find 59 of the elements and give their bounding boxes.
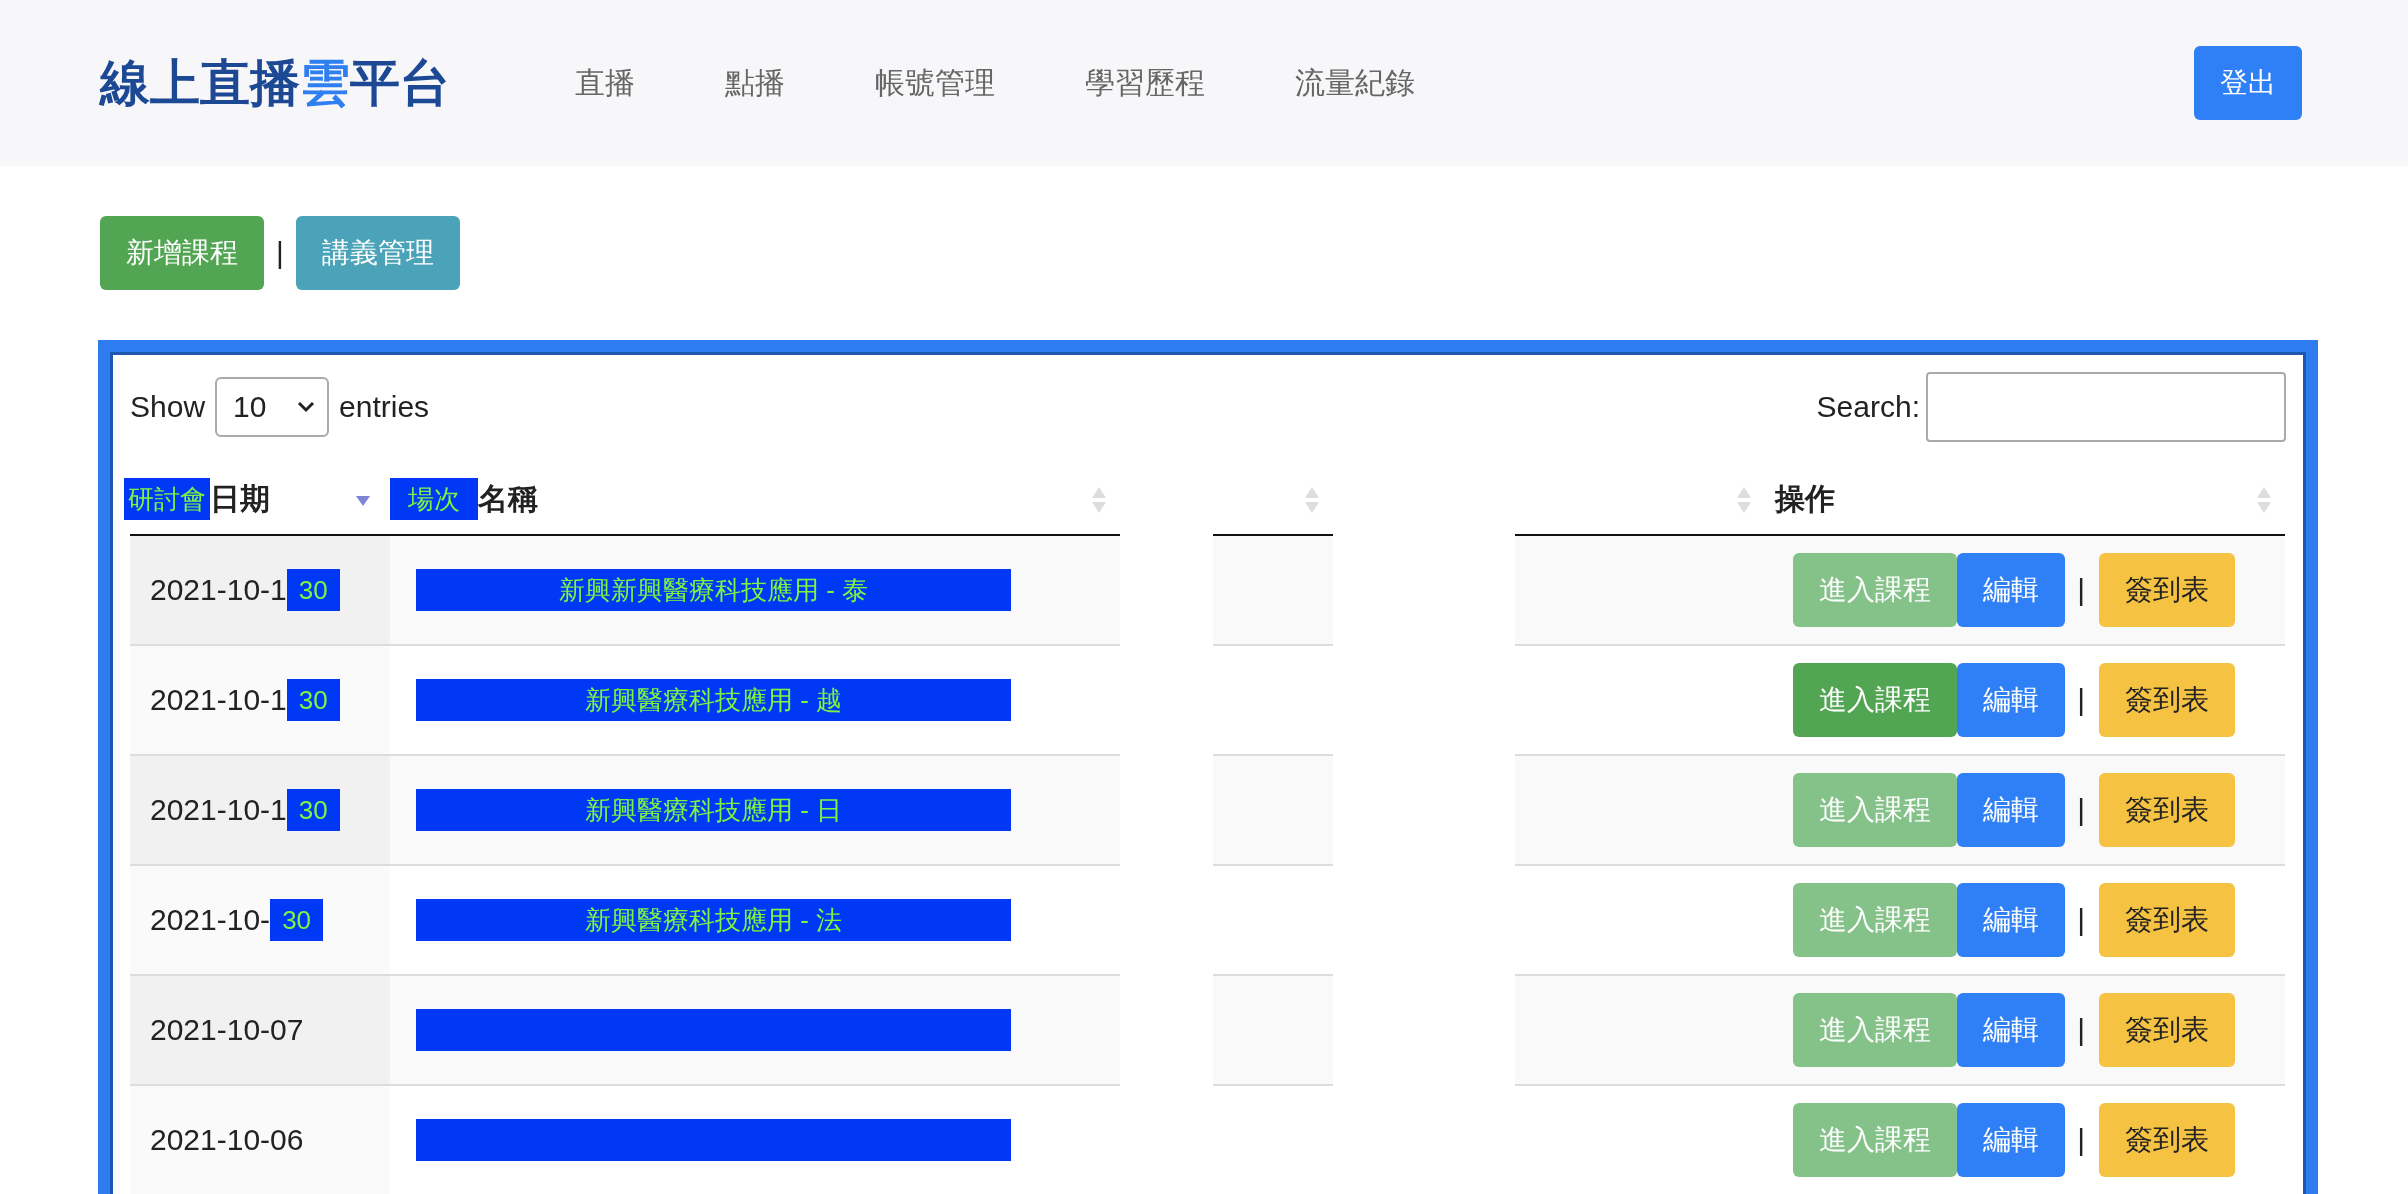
edit-button[interactable]: 編輯 (1957, 883, 2066, 957)
nav-link[interactable]: 點播 (680, 62, 830, 104)
column-header[interactable]: 操作 (1775, 478, 1835, 520)
date-cell: 2021-10-1 (150, 793, 287, 827)
nav-link[interactable]: 學習歷程 (1040, 62, 1250, 104)
column-header[interactable]: 日期 (210, 478, 270, 520)
separator: | (2077, 793, 2085, 827)
redaction-label: 30 (286, 679, 340, 721)
date-cell: 2021-10-07 (150, 1013, 304, 1047)
date-cell: 2021-10-1 (150, 573, 287, 607)
sign-in-sheet-button[interactable]: 簽到表 (2099, 663, 2235, 737)
redaction-label: 新興醫療科技應用 - 法 (416, 899, 1011, 941)
logout-button[interactable]: 登出 (2194, 46, 2302, 120)
separator: | (2077, 1123, 2085, 1157)
separator: | (276, 236, 284, 270)
sort-icon[interactable] (2257, 486, 2271, 514)
column-header[interactable]: 名稱 (478, 478, 538, 520)
separator: | (2077, 573, 2085, 607)
sort-icon[interactable] (1737, 486, 1751, 514)
chevron-down-icon (297, 401, 316, 413)
redaction-label: 場次 (390, 478, 478, 520)
edit-button[interactable]: 編輯 (1957, 663, 2066, 737)
separator: | (2077, 903, 2085, 937)
sign-in-sheet-button[interactable]: 簽到表 (2099, 993, 2235, 1067)
edit-button[interactable]: 編輯 (1957, 773, 2066, 847)
sort-icon[interactable] (1092, 486, 1106, 514)
edit-button[interactable]: 編輯 (1957, 1103, 2066, 1177)
date-cell: 2021-10- (150, 903, 271, 937)
brand-title[interactable]: 線上直播雲平台 (100, 49, 450, 117)
date-cell: 2021-10-06 (150, 1123, 304, 1157)
sort-descending-icon[interactable] (356, 496, 370, 506)
sign-in-sheet-button[interactable]: 簽到表 (2099, 883, 2235, 957)
redaction-label: 新興醫療科技應用 - 日 (416, 789, 1011, 831)
redaction-label: 研討會 (124, 478, 210, 520)
redaction-label: 30 (270, 899, 324, 941)
sign-in-sheet-button[interactable]: 簽到表 (2099, 553, 2235, 627)
entries-label: entries (339, 390, 430, 424)
redaction-label: 新興醫療科技應用 - 越 (416, 679, 1011, 721)
edit-button[interactable]: 編輯 (1957, 993, 2066, 1067)
nav-link[interactable]: 帳號管理 (830, 62, 1040, 104)
page-size-select[interactable]: 10 (215, 377, 330, 437)
separator: | (2077, 683, 2085, 717)
separator: | (2077, 1013, 2085, 1047)
date-cell: 2021-10-1 (150, 683, 287, 717)
add-course-button[interactable]: 新增課程 (100, 216, 264, 290)
redaction-label: 新興新興醫療科技應用 - 泰 (416, 569, 1011, 611)
redaction-label: 30 (286, 789, 340, 831)
sign-in-sheet-button[interactable]: 簽到表 (2099, 1103, 2235, 1177)
nav-link[interactable]: 流量紀錄 (1250, 62, 1460, 104)
show-label: Show (130, 390, 206, 424)
nav-link[interactable]: 直播 (530, 62, 680, 104)
sign-in-sheet-button[interactable]: 簽到表 (2099, 773, 2235, 847)
search-label: Search: (1816, 390, 1920, 424)
sort-icon[interactable] (1305, 486, 1319, 514)
redaction-label: 30 (286, 569, 340, 611)
edit-button[interactable]: 編輯 (1957, 553, 2066, 627)
enter-course-button[interactable]: 進入課程 (1793, 663, 1958, 737)
handouts-button[interactable]: 講義管理 (295, 216, 460, 290)
search-field[interactable] (1926, 372, 2286, 442)
